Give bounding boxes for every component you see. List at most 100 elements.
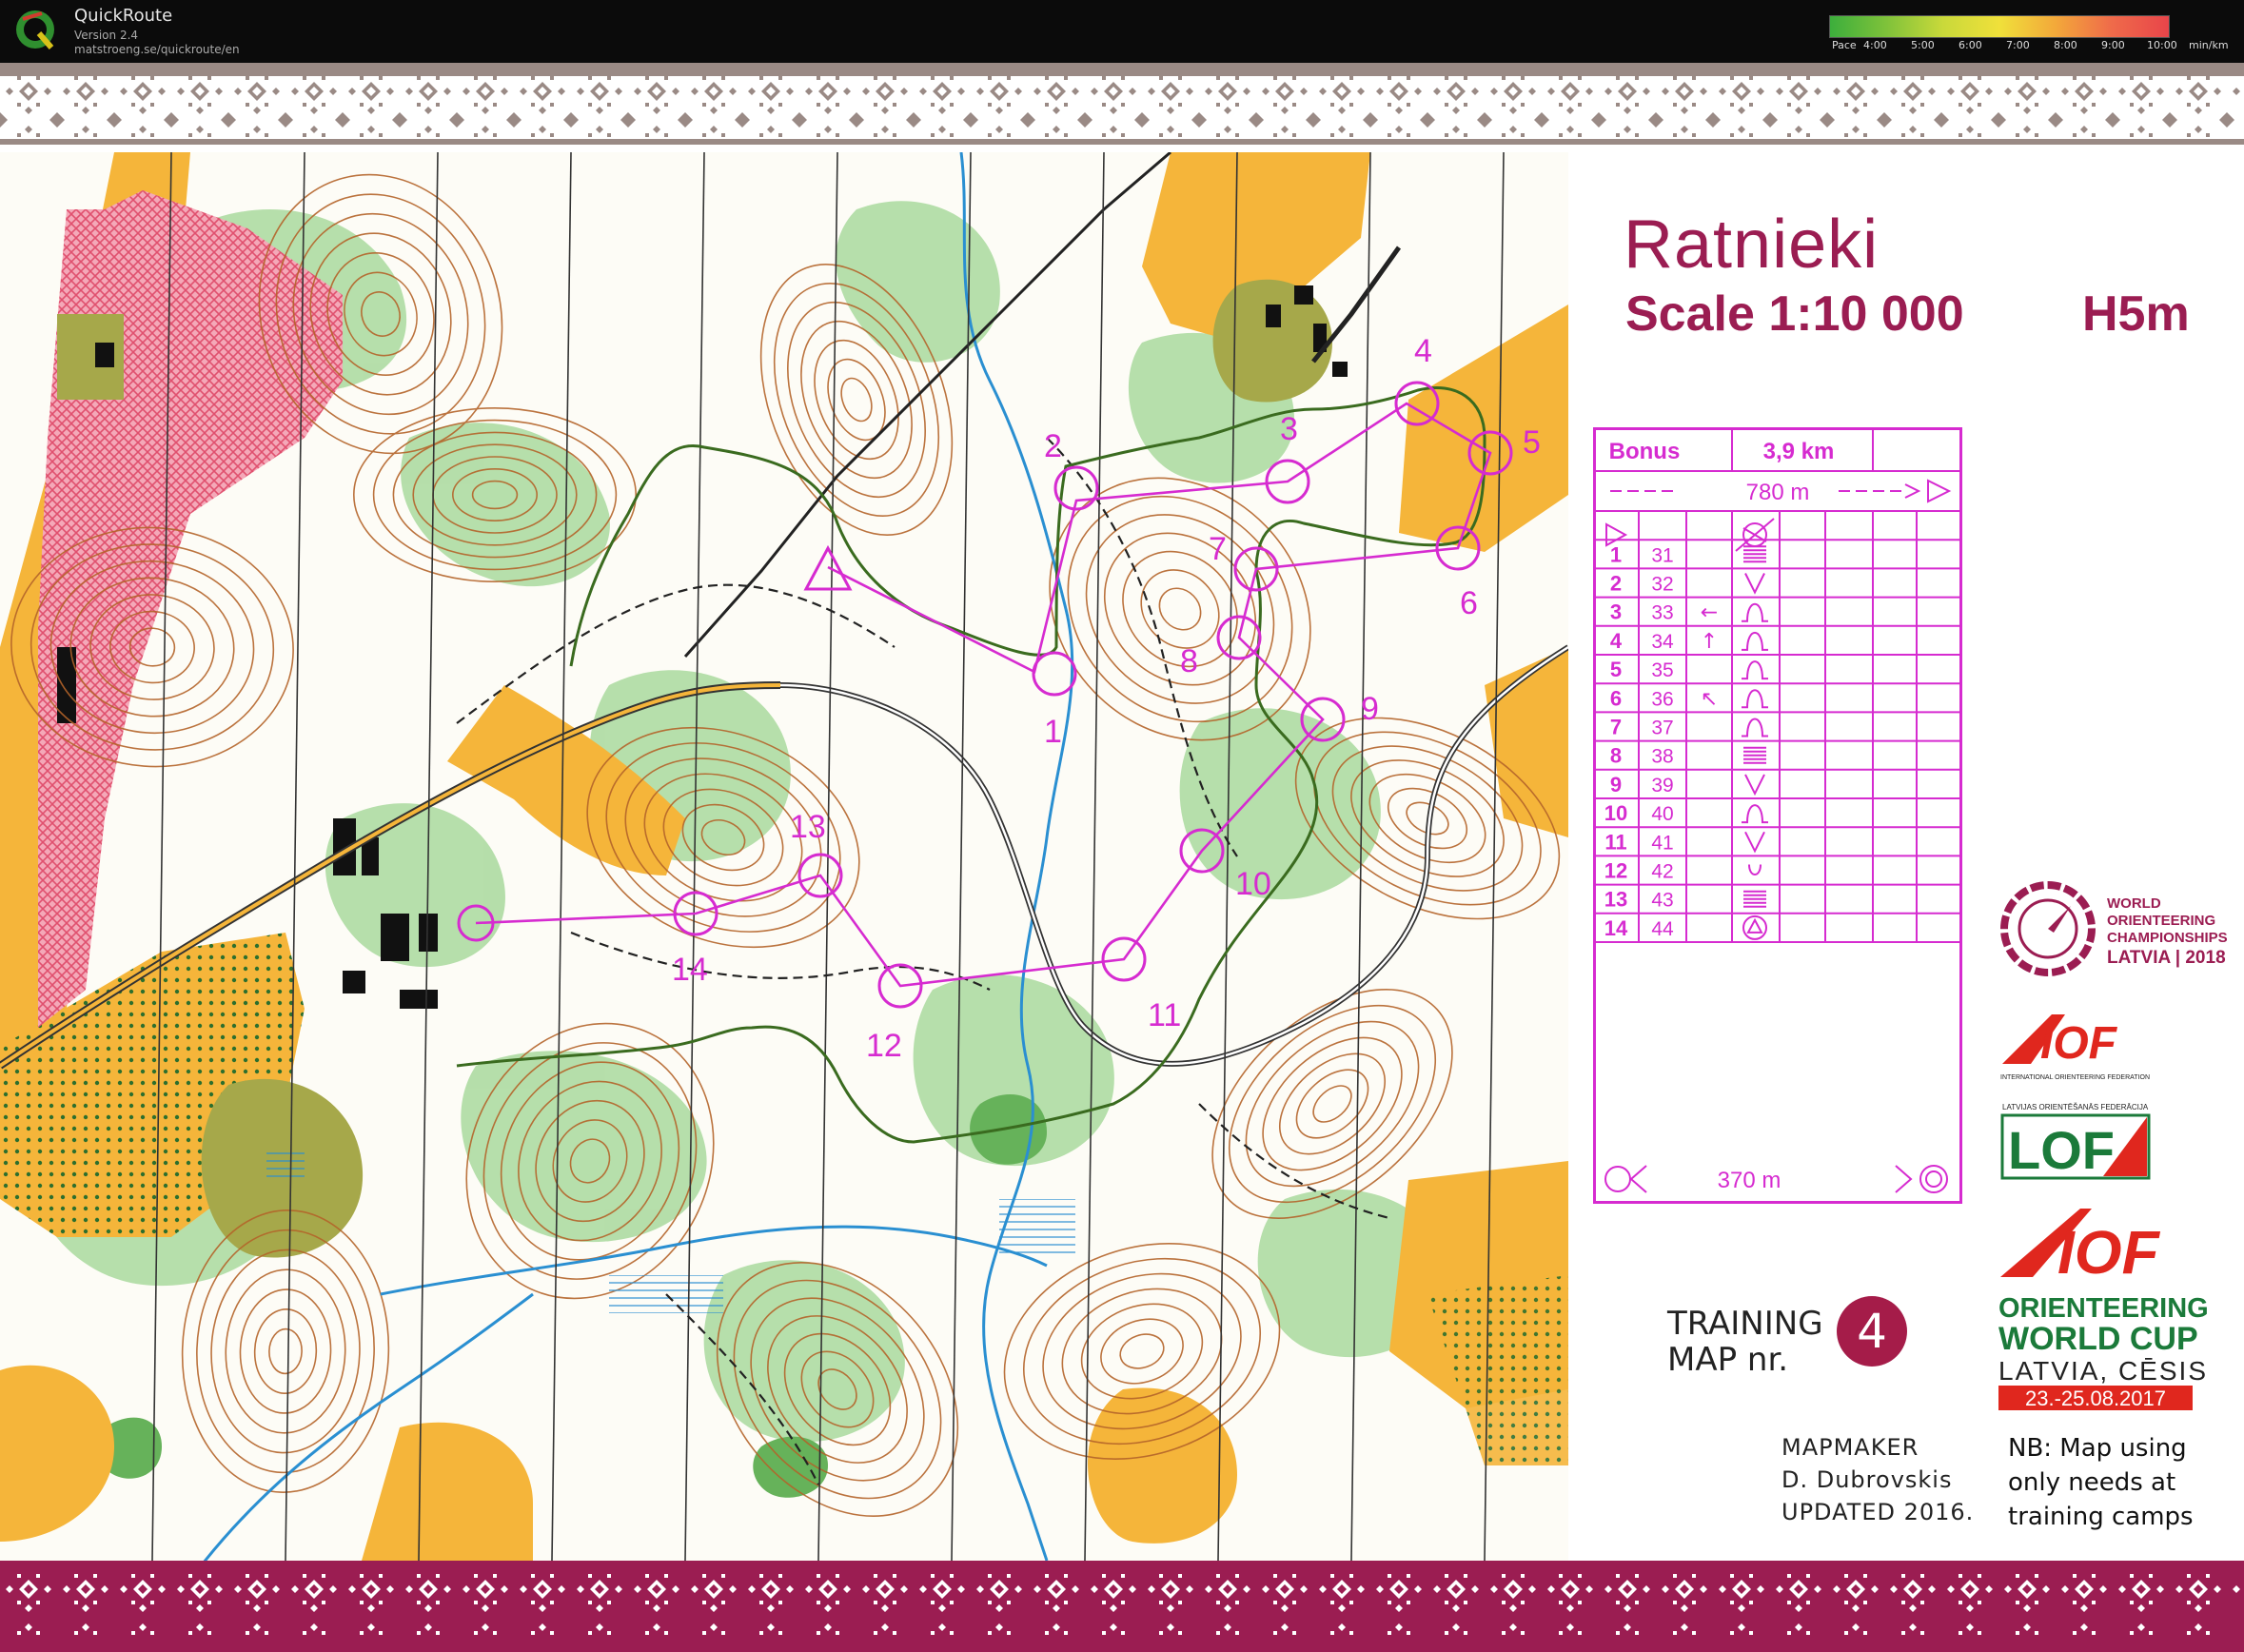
svg-text:LATVIA | 2018: LATVIA | 2018: [2107, 948, 2226, 968]
svg-text:WORLD CUP: WORLD CUP: [1998, 1321, 2198, 1357]
cd-feature-symbol-icon: [1742, 631, 1768, 651]
usage-note: NB: Map using only needs at training cam…: [2008, 1434, 2194, 1531]
control-description-row: 12 42: [1604, 859, 1762, 883]
cd-control-code: 31: [1651, 544, 1673, 566]
bottom-ornament-border: [0, 1561, 2244, 1652]
control-description-row: 11 41: [1604, 830, 1765, 854]
cd-control-number: 5: [1610, 658, 1622, 681]
cd-control-code: 35: [1651, 659, 1673, 681]
svg-text:CHAMPIONSHIPS: CHAMPIONSHIPS: [2107, 930, 2228, 946]
app-version: Version 2.4: [74, 29, 139, 42]
cd-direction-arrow: ↑: [1701, 630, 1718, 654]
control-number: 8: [1180, 643, 1198, 679]
pace-tick: 8:00: [2054, 39, 2077, 51]
cd-control-number: 9: [1610, 773, 1622, 796]
pace-tick: 4:00: [1863, 39, 1887, 51]
orienteering-map[interactable]: 1 2 3 4 5 6 7 8 9 10 11 12 13 14: [0, 152, 1568, 1561]
control-number: 1: [1044, 714, 1062, 750]
control-number: 7: [1209, 531, 1227, 567]
app-url: matstroeng.se/quickroute/en: [74, 43, 240, 56]
cd-control-code: 38: [1651, 746, 1673, 768]
cd-feature-symbol-icon: [1743, 890, 1766, 908]
cd-feature-symbol-icon: [1743, 545, 1766, 563]
top-ornament-border: [0, 63, 2244, 152]
cd-control-number: 13: [1604, 888, 1627, 912]
svg-text:LATVIJAS ORIENTĒŠANĀS FEDERĀCI: LATVIJAS ORIENTĒŠANĀS FEDERĀCIJA: [2002, 1103, 2149, 1111]
cd-feature-symbol-icon: [1744, 831, 1765, 854]
control-description-row: 8 38: [1610, 744, 1766, 768]
control-description-row: 7 37: [1610, 716, 1768, 739]
course-length: 3,9 km: [1763, 439, 1835, 464]
cd-feature-symbol-icon: [1744, 573, 1765, 595]
pace-legend-label: Pace: [1832, 39, 1857, 51]
cd-control-code: 44: [1651, 918, 1674, 940]
window-titlebar: QuickRoute Version 2.4 matstroeng.se/qui…: [0, 0, 2244, 63]
control-description-row: 3 33 ←: [1610, 600, 1768, 625]
course-name: Bonus: [1609, 439, 1681, 464]
cd-control-code: 43: [1651, 890, 1673, 912]
svg-text:INTERNATIONAL ORIENTEERING FED: INTERNATIONAL ORIENTEERING FEDERATION: [2000, 1074, 2150, 1081]
cd-control-number: 11: [1604, 830, 1626, 854]
map-canvas: 12 34567891011121314: [0, 152, 1568, 1561]
pace-tick: 5:00: [1911, 39, 1935, 51]
cd-control-code: 40: [1651, 803, 1673, 825]
pace-legend-bar: [1829, 15, 2170, 38]
training-map-number: 4: [1837, 1296, 1907, 1367]
control-number: 5: [1523, 424, 1541, 461]
control-number: 12: [866, 1028, 902, 1064]
contour-interval: H5m: [2082, 286, 2190, 342]
start-distance: 780 m: [1746, 480, 1810, 505]
finish-from-control-icon: [1604, 1165, 1647, 1193]
cd-control-number: 7: [1610, 716, 1622, 739]
cd-control-code: 39: [1651, 775, 1673, 796]
cd-control-number: 14: [1604, 916, 1628, 940]
iof-logo: IOF INTERNATIONAL ORIENTEERING FEDERATIO…: [2000, 1014, 2150, 1081]
control-number: 6: [1460, 585, 1478, 621]
control-number: 4: [1414, 333, 1432, 369]
training-map-label: TRAINING MAP nr.: [1667, 1305, 1823, 1379]
marsh-area: [266, 1151, 305, 1180]
pace-tick: 6:00: [1959, 39, 1982, 51]
cd-control-number: 1: [1610, 542, 1622, 566]
control-description-row: 4 34 ↑: [1610, 629, 1768, 654]
control-description-row: 6 36 ↖: [1610, 686, 1768, 711]
arrow-icon: [1904, 483, 1921, 499]
control-description-row: 13 43: [1604, 888, 1766, 912]
lof-logo: LATVIJAS ORIENTĒŠANĀS FEDERĀCIJA LOF: [2000, 1103, 2151, 1180]
svg-text:ORIENTEERING: ORIENTEERING: [2107, 913, 2215, 929]
control-description-row: 1 31: [1610, 542, 1766, 566]
cd-control-code: 36: [1651, 688, 1673, 710]
marsh-area: [999, 1199, 1075, 1256]
control-description-row: 5 35: [1610, 658, 1768, 681]
cd-direction-arrow: ←: [1701, 601, 1718, 625]
cd-feature-symbol-icon: [1742, 914, 1767, 940]
svg-text:IOF: IOF: [2057, 1218, 2161, 1287]
control-description-table: Bonus 3,9 km 780 m 1 312 323 33 ←4 34 ↑5 356 36 ↖…: [1593, 427, 1962, 1204]
app-name: QuickRoute: [74, 6, 173, 26]
cd-feature-symbol-icon: [1742, 718, 1768, 738]
cd-control-code: 34: [1651, 631, 1674, 653]
control-description-row: 14 44: [1604, 914, 1767, 940]
finish-icon: [1895, 1165, 1948, 1193]
map-legend-panel: Ratnieki Scale 1:10 000 H5m Bonus 3,9 km…: [1568, 152, 2244, 1561]
control-number: 14: [672, 952, 708, 988]
cd-feature-symbol-icon: [1742, 602, 1768, 622]
control-number: 3: [1280, 411, 1298, 447]
control-number: 9: [1361, 691, 1379, 727]
cd-direction-arrow: ↖: [1701, 687, 1718, 711]
world-cup-logo: IOF ORIENTEERING WORLD CUP LATVIA, CĒSIS…: [1998, 1209, 2209, 1410]
mapmaker-credit: MAPMAKER D. Dubrovskis UPDATED 2016.: [1781, 1434, 1975, 1525]
cd-feature-symbol-icon: [1744, 774, 1765, 796]
cd-control-number: 10: [1604, 801, 1627, 825]
cd-control-number: 2: [1610, 572, 1622, 596]
control-number: 13: [790, 809, 826, 845]
svg-text:IOF: IOF: [2040, 1018, 2118, 1069]
cd-control-code: 32: [1651, 574, 1673, 596]
cd-control-code: 33: [1651, 602, 1673, 624]
control-number: 2: [1044, 428, 1062, 464]
cd-control-number: 8: [1610, 744, 1622, 768]
finish-distance: 370 m: [1718, 1168, 1781, 1193]
cd-control-number: 12: [1604, 859, 1627, 883]
quickroute-logo-icon: [16, 10, 54, 49]
start-triangle-icon: [1927, 479, 1952, 503]
